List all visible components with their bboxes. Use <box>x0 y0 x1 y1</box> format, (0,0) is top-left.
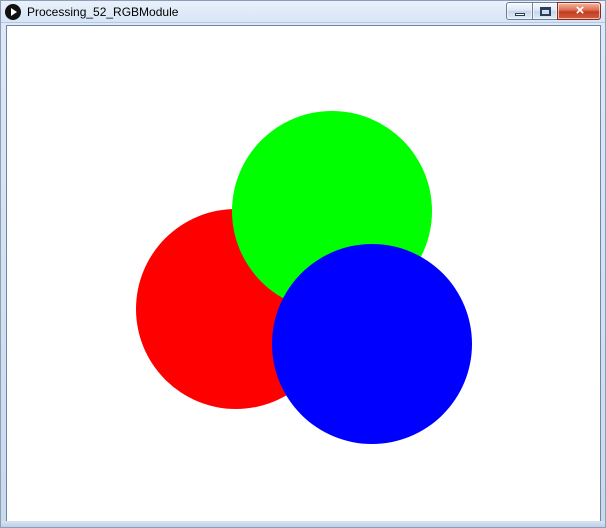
minimize-button[interactable] <box>506 2 532 20</box>
title-bar[interactable]: Processing_52_RGBModule × <box>1 1 605 23</box>
maximize-button[interactable] <box>532 2 557 20</box>
processing-play-icon <box>5 4 21 20</box>
window-bottom-frame <box>1 521 605 527</box>
maximize-icon <box>540 7 551 16</box>
window-controls: × <box>506 2 601 20</box>
close-button[interactable]: × <box>557 2 601 20</box>
processing-window: Processing_52_RGBModule × <box>0 0 606 528</box>
sketch-canvas <box>7 26 600 522</box>
close-icon: × <box>575 2 585 19</box>
blue-circle <box>272 244 472 444</box>
minimize-icon <box>515 13 525 16</box>
window-title: Processing_52_RGBModule <box>27 5 179 19</box>
sketch-viewport <box>6 25 601 523</box>
